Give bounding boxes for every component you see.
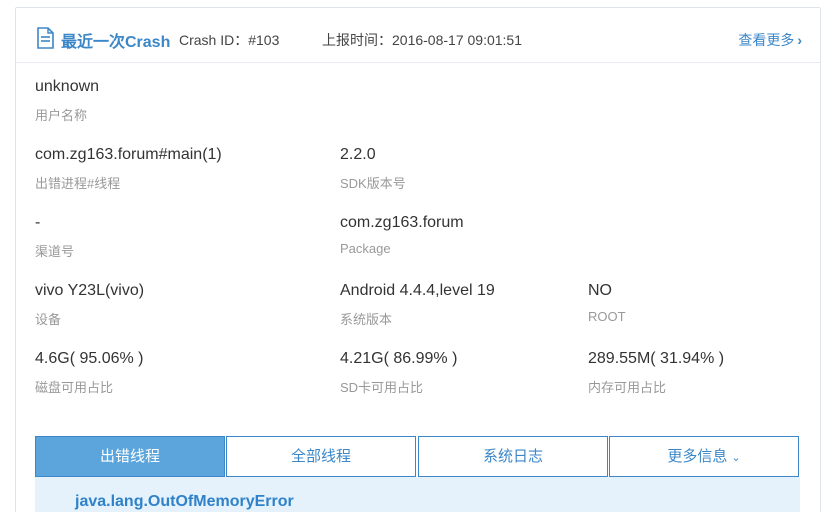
field-root: NO ROOT	[588, 282, 626, 324]
detail-tabs: 出错线程 全部线程 系统日志 更多信息 ⌄	[35, 436, 800, 477]
chevron-down-icon: ⌄	[731, 452, 741, 464]
view-more-link[interactable]: 查看更多 ›	[738, 30, 802, 50]
field-package: com.zg163.forum Package	[340, 214, 464, 256]
field-device: vivo Y23L(vivo) 设备	[35, 282, 144, 328]
field-sd-card: 4.21G( 86.99% ) SD卡可用占比	[340, 350, 457, 396]
user-name-label: 用户名称	[35, 108, 88, 123]
sd-card-label: SD卡可用占比	[340, 380, 424, 395]
field-process-thread: com.zg163.forum#main(1) 出错进程#线程	[35, 146, 222, 192]
disk-label: 磁盘可用占比	[35, 380, 114, 395]
device-value: vivo Y23L(vivo)	[35, 282, 145, 299]
card-title: 最近一次Crash	[61, 34, 171, 51]
field-disk: 4.6G( 95.06% ) 磁盘可用占比	[35, 350, 144, 396]
chevron-right-icon: ›	[797, 32, 802, 48]
tab-all-threads[interactable]: 全部线程	[226, 436, 416, 477]
error-message: java.lang.OutOfMemoryError	[75, 493, 294, 510]
field-channel: - 渠道号	[35, 214, 74, 260]
view-more-label: 查看更多	[738, 32, 795, 48]
memory-value: 289.55M( 31.94% )	[588, 350, 725, 367]
root-value: NO	[588, 282, 612, 299]
package-value: com.zg163.forum	[340, 214, 464, 231]
user-name-value: unknown	[35, 78, 100, 95]
document-icon	[37, 27, 54, 49]
sdk-version-label: SDK版本号	[340, 176, 406, 191]
os-version-label: 系统版本	[340, 312, 393, 327]
tab-error-thread-label: 出错线程	[99, 448, 160, 465]
card-header: 最近一次Crash Crash ID：#103 上报时间：2016-08-17 …	[16, 8, 820, 63]
tab-system-log-label: 系统日志	[482, 448, 543, 465]
tab-more-info-label: 更多信息	[667, 448, 728, 465]
error-panel: java.lang.OutOfMemoryError	[35, 477, 800, 512]
field-sdk-version: 2.2.0 SDK版本号	[340, 146, 406, 192]
tab-error-thread[interactable]: 出错线程	[35, 436, 225, 477]
tab-more-info[interactable]: 更多信息 ⌄	[609, 436, 799, 477]
device-label: 设备	[35, 312, 62, 327]
package-label: Package	[340, 241, 391, 256]
field-memory: 289.55M( 31.94% ) 内存可用占比	[588, 350, 724, 396]
crash-card: 最近一次Crash Crash ID：#103 上报时间：2016-08-17 …	[15, 7, 821, 512]
field-user-name: unknown 用户名称	[35, 78, 99, 124]
tab-all-threads-label: 全部线程	[290, 448, 351, 465]
os-version-value: Android 4.4.4,level 19	[340, 282, 495, 299]
crash-id: Crash ID：#103	[179, 32, 280, 48]
memory-label: 内存可用占比	[588, 380, 667, 395]
root-label: ROOT	[588, 309, 626, 324]
sdk-version-value: 2.2.0	[340, 146, 376, 163]
disk-value: 4.6G( 95.06% )	[35, 350, 144, 367]
sd-card-value: 4.21G( 86.99% )	[340, 350, 458, 367]
report-time: 上报时间：2016-08-17 09:01:51	[322, 32, 522, 48]
process-thread-label: 出错进程#线程	[35, 176, 121, 191]
channel-value: -	[35, 214, 41, 231]
channel-label: 渠道号	[35, 244, 75, 259]
field-os-version: Android 4.4.4,level 19 系统版本	[340, 282, 495, 328]
process-thread-value: com.zg163.forum#main(1)	[35, 146, 222, 163]
tab-system-log[interactable]: 系统日志	[418, 436, 608, 477]
